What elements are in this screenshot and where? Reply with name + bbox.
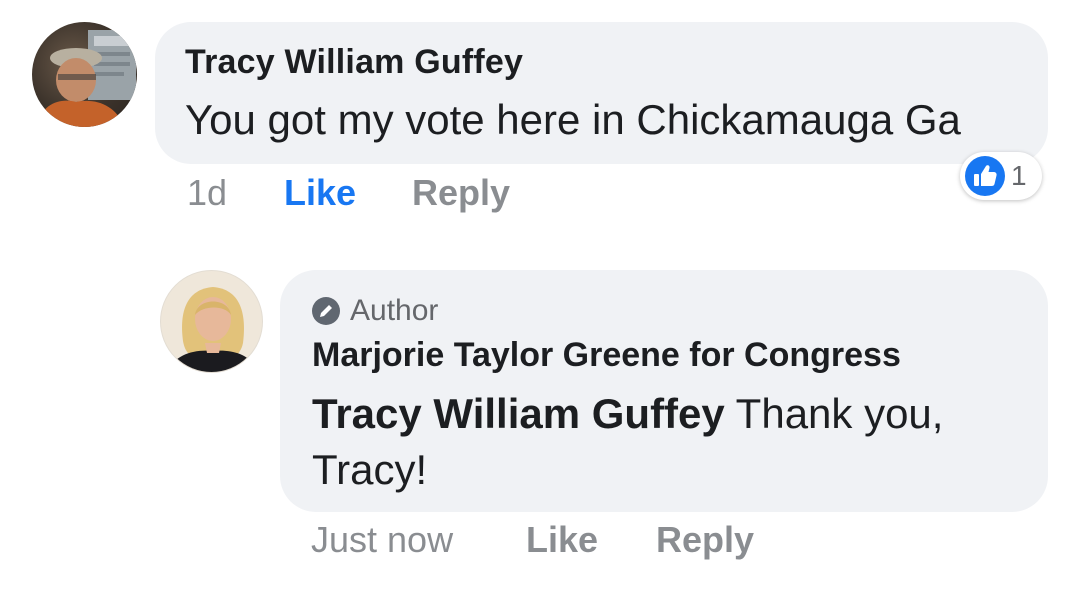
reply-bubble: Author Marjorie Taylor Greene for Congre… bbox=[280, 270, 1048, 512]
comment-actions: 1d Like Reply bbox=[187, 172, 510, 214]
avatar-photo-icon bbox=[167, 287, 259, 372]
comment-author-name[interactable]: Tracy William Guffey bbox=[185, 43, 523, 82]
reply-button[interactable]: Reply bbox=[412, 172, 510, 214]
thumbs-up-icon bbox=[965, 156, 1005, 196]
like-button[interactable]: Like bbox=[526, 519, 656, 561]
comment-bubble: Tracy William Guffey You got my vote her… bbox=[155, 22, 1048, 164]
reply-actions: Just now Like Reply bbox=[311, 519, 754, 561]
like-button[interactable]: Like bbox=[284, 172, 412, 214]
author-badge-label: Author bbox=[350, 294, 439, 327]
mention-link[interactable]: Tracy William Guffey bbox=[312, 390, 725, 437]
comment-timestamp[interactable]: 1d bbox=[187, 172, 284, 214]
reply-timestamp[interactable]: Just now bbox=[311, 519, 526, 561]
comment-thread: Tracy William Guffey You got my vote her… bbox=[0, 0, 1080, 591]
reaction-count: 1 bbox=[1011, 160, 1027, 191]
reply-author-avatar[interactable] bbox=[160, 270, 263, 373]
pencil-icon bbox=[312, 297, 340, 325]
commenter-avatar[interactable] bbox=[32, 22, 137, 127]
comment-text: You got my vote here in Chickamauga Ga bbox=[185, 96, 961, 143]
author-badge: Author bbox=[312, 294, 438, 328]
reply-author-name[interactable]: Marjorie Taylor Greene for Congress bbox=[312, 336, 901, 375]
avatar-photo-icon bbox=[36, 30, 136, 127]
reply-text: Tracy William Guffey Thank you, Tracy! bbox=[312, 386, 1012, 498]
reaction-summary[interactable]: 1 bbox=[960, 152, 1042, 200]
reply-button[interactable]: Reply bbox=[656, 519, 754, 561]
